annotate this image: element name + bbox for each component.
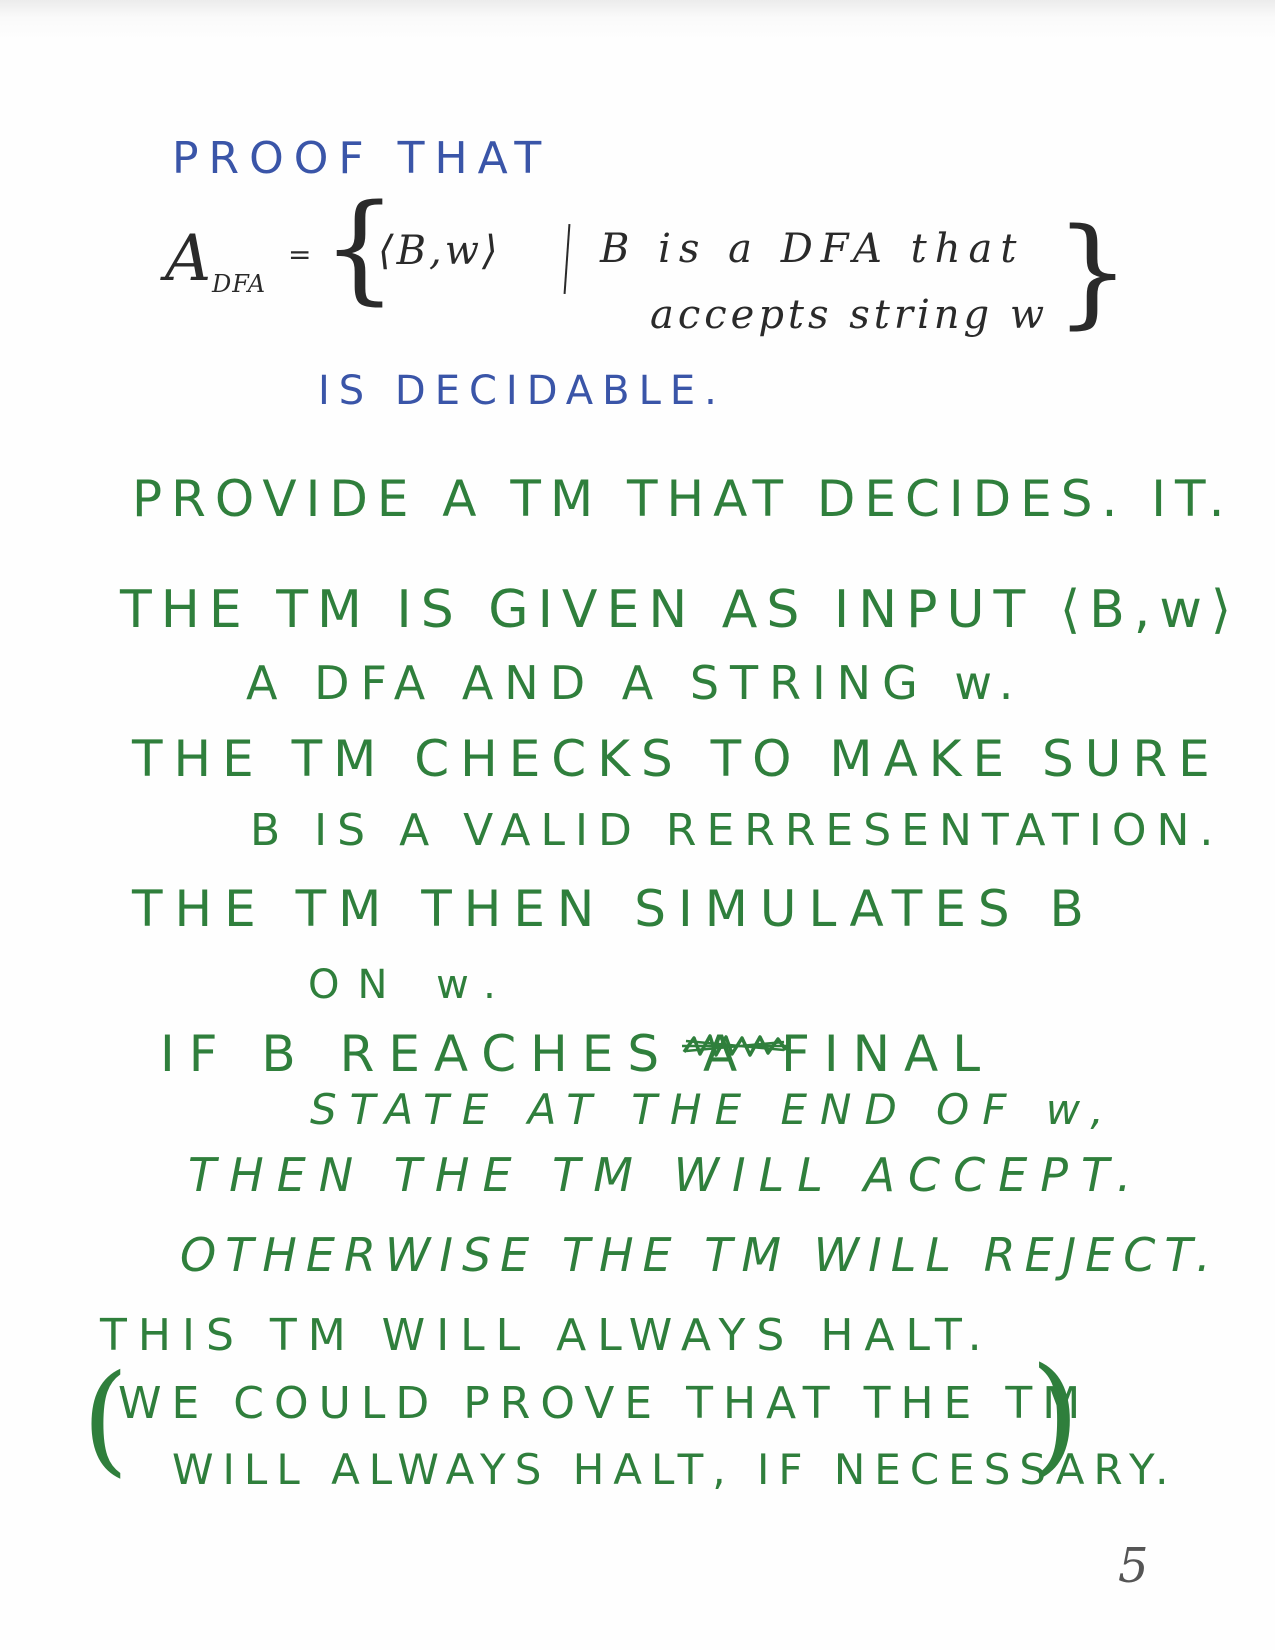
proof-line-9: STATE AT THE END OF w, <box>310 1085 1117 1134</box>
proof-line-6: THE TM THEN SIMULATES B <box>132 880 1096 938</box>
proof-line-12: THIS TM WILL ALWAYS HALT. <box>100 1310 993 1361</box>
proof-line-3: A DFA AND A STRING w. <box>246 656 1025 710</box>
such-that-bar <box>563 224 571 294</box>
definition-equals: = <box>288 238 312 271</box>
close-paren: ) <box>1030 1341 1080 1490</box>
definition-condition-line2: accepts string w <box>650 292 1049 338</box>
close-brace: } <box>1055 202 1131 340</box>
proof-line-8: IF B REACHES A FINAL <box>160 1025 995 1083</box>
proof-line-13: WE COULD PROVE THAT THE TM <box>118 1378 1091 1429</box>
proof-line-2: THE TM IS GIVEN AS INPUT ⟨B,w⟩ <box>120 580 1241 640</box>
proof-line-10: THEN THE TM WILL ACCEPT. <box>188 1148 1145 1202</box>
definition-pair: ⟨B,w⟩ <box>378 228 501 274</box>
definition-subscript: DFA <box>212 270 267 298</box>
heading-is-decidable: IS DECIDABLE. <box>318 368 726 414</box>
handwritten-page: PROOF THAT A DFA = { ⟨B,w⟩ B is a DFA th… <box>0 0 1275 1650</box>
proof-line-1: PROVIDE A TM THAT DECIDES. IT. <box>132 470 1234 528</box>
definition-symbol: A <box>165 222 212 296</box>
proof-line-14: WILL ALWAYS HALT, IF NECESSARY. <box>172 1445 1178 1494</box>
page-number: 5 <box>1118 1538 1149 1594</box>
proof-line-5: B IS A VALID RERRESENTATION. <box>250 805 1224 856</box>
proof-line-7: ON w. <box>308 962 514 1008</box>
proof-line-11: OTHERWISE THE TM WILL REJECT. <box>180 1228 1220 1282</box>
definition-condition-line1: B is a DFA that <box>600 226 1025 272</box>
heading-proof-that: PROOF THAT <box>172 133 552 184</box>
scribbled-out-word <box>682 1034 788 1057</box>
proof-line-4: THE TM CHECKS TO MAKE SURE <box>132 730 1221 788</box>
